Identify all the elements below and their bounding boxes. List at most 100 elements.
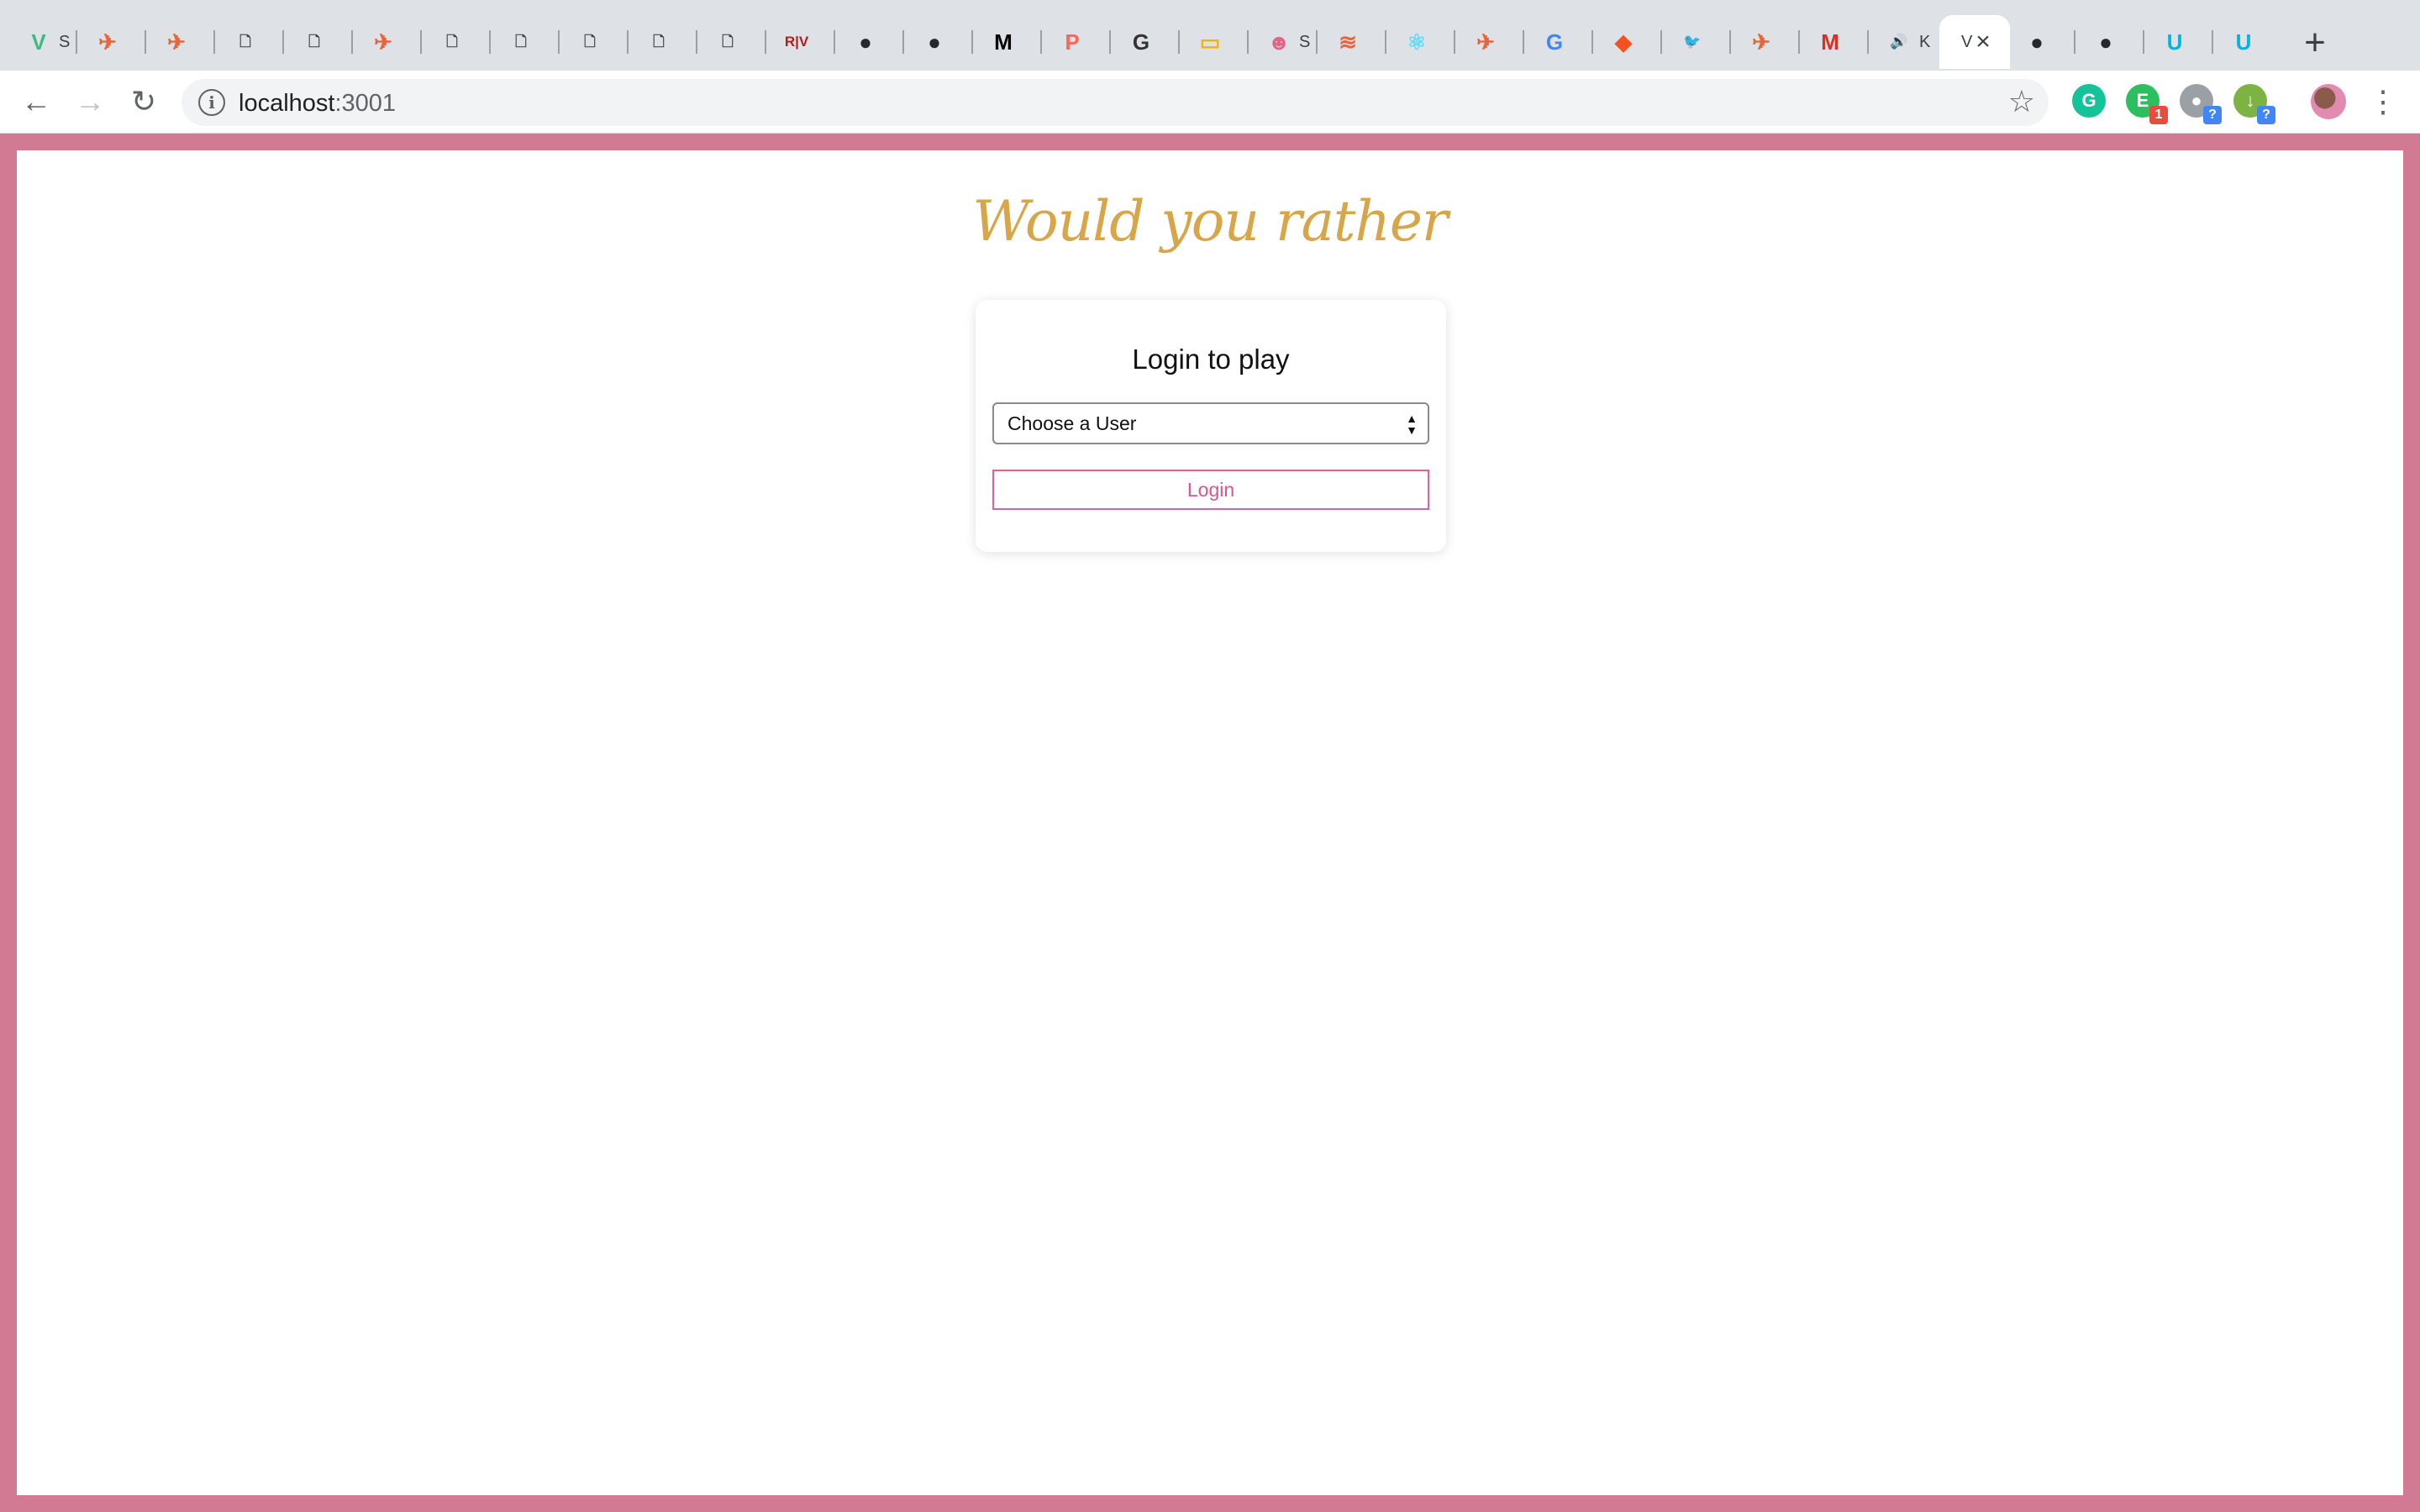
tab-separator (1729, 30, 1731, 54)
profile-avatar[interactable] (2311, 84, 2346, 119)
browser-tab[interactable]: ▭ (1181, 15, 1247, 69)
browser-tab[interactable]: 🗋 (424, 15, 489, 69)
browser-tab[interactable]: ✈ (355, 15, 420, 69)
user-select[interactable]: Choose a User ▲ ▼ (992, 402, 1429, 444)
file-icon: 🗋 (308, 34, 320, 50)
tab-separator (558, 30, 560, 54)
tab-separator (1109, 30, 1111, 54)
browser-tab[interactable]: ✈ (148, 15, 213, 69)
browser-tab[interactable]: ☻ S (1250, 15, 1316, 69)
browser-tab[interactable]: 🗋 (561, 15, 627, 69)
evernote-icon[interactable]: E1 (2126, 84, 2168, 124)
browser-tab[interactable]: ● (837, 15, 902, 69)
github-icon: ● (859, 29, 872, 55)
browser-tab[interactable]: ⚛ (1388, 15, 1454, 69)
browser-tab[interactable]: 🗋 (286, 15, 351, 69)
tab-title: S (59, 32, 71, 51)
select-arrows-icon: ▲ ▼ (1406, 412, 1418, 437)
browser-tab[interactable]: G (1526, 15, 1591, 69)
site-info-icon[interactable]: i (198, 89, 225, 116)
extension-badge: ? (2203, 106, 2222, 124)
twitter-icon: 🐦 (1683, 34, 1702, 50)
browser-tab[interactable]: M (975, 15, 1040, 69)
tab-separator (213, 30, 215, 54)
tab-separator (1247, 30, 1249, 54)
browser-tab[interactable]: 🗋 (217, 15, 282, 69)
slides-icon: ▭ (1199, 29, 1221, 55)
forward-icon[interactable]: → (69, 81, 111, 123)
udacity-icon: U (2166, 29, 2183, 55)
paper-plane-icon: ✈ (167, 29, 186, 55)
browser-tab[interactable]: ≋ (1319, 15, 1385, 69)
browser-tab[interactable]: 🗋 (699, 15, 765, 69)
rv-icon: R|V (784, 34, 809, 50)
page-content: Would you rather Login to play Choose a … (17, 150, 2403, 1495)
file-icon: 🗋 (446, 34, 458, 50)
tab-separator (1523, 30, 1524, 54)
tab-separator (1660, 30, 1662, 54)
browser-tab[interactable]: 🔊 K (1870, 15, 1936, 69)
browser-tab[interactable]: VS (10, 15, 76, 69)
paper-plane-icon: ✈ (98, 29, 117, 55)
tab-separator (489, 30, 491, 54)
tab-separator (76, 30, 77, 54)
page-frame: Would you rather Login to play Choose a … (0, 134, 2420, 1512)
url-text[interactable]: localhost:3001 (239, 90, 396, 118)
login-heading: Login to play (1132, 344, 1290, 375)
gmail-icon: M (1821, 29, 1839, 55)
extension-badge: ? (2257, 106, 2275, 124)
browser-tab[interactable]: ● (2008, 15, 2074, 69)
tab-separator (1591, 30, 1593, 54)
patreon-icon: P (1065, 29, 1080, 55)
vue-icon: V (31, 29, 46, 55)
browser-tab[interactable]: R|V (768, 15, 834, 69)
tab-separator (627, 30, 629, 54)
tab-strip: V S ✈ ✈ 🗋 🗋 ✈ 🗋 🗋 🗋 🗋 🗋 R|V ● ● M P G ▭ ☻ S ≋ ⚛ ✈ G ◆ 🐦 ✈ M 🔊 K V × ● ● U U + (0, 0, 2420, 71)
close-tab-icon[interactable]: × (1968, 27, 1998, 57)
file-icon: 🗋 (584, 34, 596, 50)
browser-tab[interactable]: V × (1939, 15, 2010, 69)
tab-separator (1454, 30, 1455, 54)
laravel-icon: ◆ (1615, 29, 1632, 55)
download-icon[interactable]: ↓? (2233, 84, 2275, 124)
tab-separator (145, 30, 146, 54)
bookmark-star-icon[interactable]: ☆ (2008, 84, 2035, 119)
tab-separator (2143, 30, 2144, 54)
browser-tab[interactable]: ● (906, 15, 971, 69)
login-button[interactable]: Login (992, 470, 1429, 510)
browser-tab[interactable]: U (2146, 15, 2212, 69)
browser-tab[interactable]: 🗋 (492, 15, 558, 69)
browser-tab[interactable]: P (1044, 15, 1109, 69)
browser-tab[interactable]: U (2215, 15, 2281, 69)
address-bar[interactable]: i localhost:3001 ☆ (182, 79, 2049, 126)
browser-menu-icon[interactable]: ⋮ (2368, 81, 2398, 123)
tab-separator (1040, 30, 1042, 54)
browser-tab[interactable]: 🐦 (1664, 15, 1729, 69)
file-icon: 🗋 (515, 34, 527, 50)
paper-plane-icon: ✈ (1752, 29, 1770, 55)
browser-tab[interactable]: ✈ (79, 15, 145, 69)
github-icon: ● (2099, 29, 2112, 55)
chat-icon[interactable]: ●? (2180, 84, 2222, 124)
browser-tab[interactable]: ✈ (1733, 15, 1798, 69)
stack-icon: ≋ (1339, 29, 1357, 55)
react-icon: ⚛ (1407, 29, 1427, 55)
new-tab-button[interactable]: + (2294, 22, 2336, 64)
browser-tab[interactable]: G (1113, 15, 1178, 69)
grammarly-icon[interactable]: G (2072, 84, 2106, 118)
browser-tab[interactable]: ◆ (1595, 15, 1660, 69)
browser-tab[interactable]: ● (2077, 15, 2143, 69)
browser-tab[interactable]: 🗋 (630, 15, 696, 69)
reload-icon[interactable]: ↻ (123, 81, 165, 123)
tab-separator (1867, 30, 1869, 54)
browser-toolbar: ← → ↻ i localhost:3001 ☆ G E 1 ●? ↓? ⋮ (0, 71, 2420, 134)
back-icon[interactable]: ← (15, 81, 57, 123)
medium-icon: M (994, 29, 1013, 55)
tab-separator (1178, 30, 1180, 54)
udacity-icon: U (2235, 29, 2252, 55)
tab-separator (902, 30, 904, 54)
browser-tab[interactable]: M (1802, 15, 1867, 69)
browser-tab[interactable]: ✈ (1457, 15, 1523, 69)
tab-separator (2074, 30, 2075, 54)
emoji-icon: ☻ (1267, 29, 1291, 55)
